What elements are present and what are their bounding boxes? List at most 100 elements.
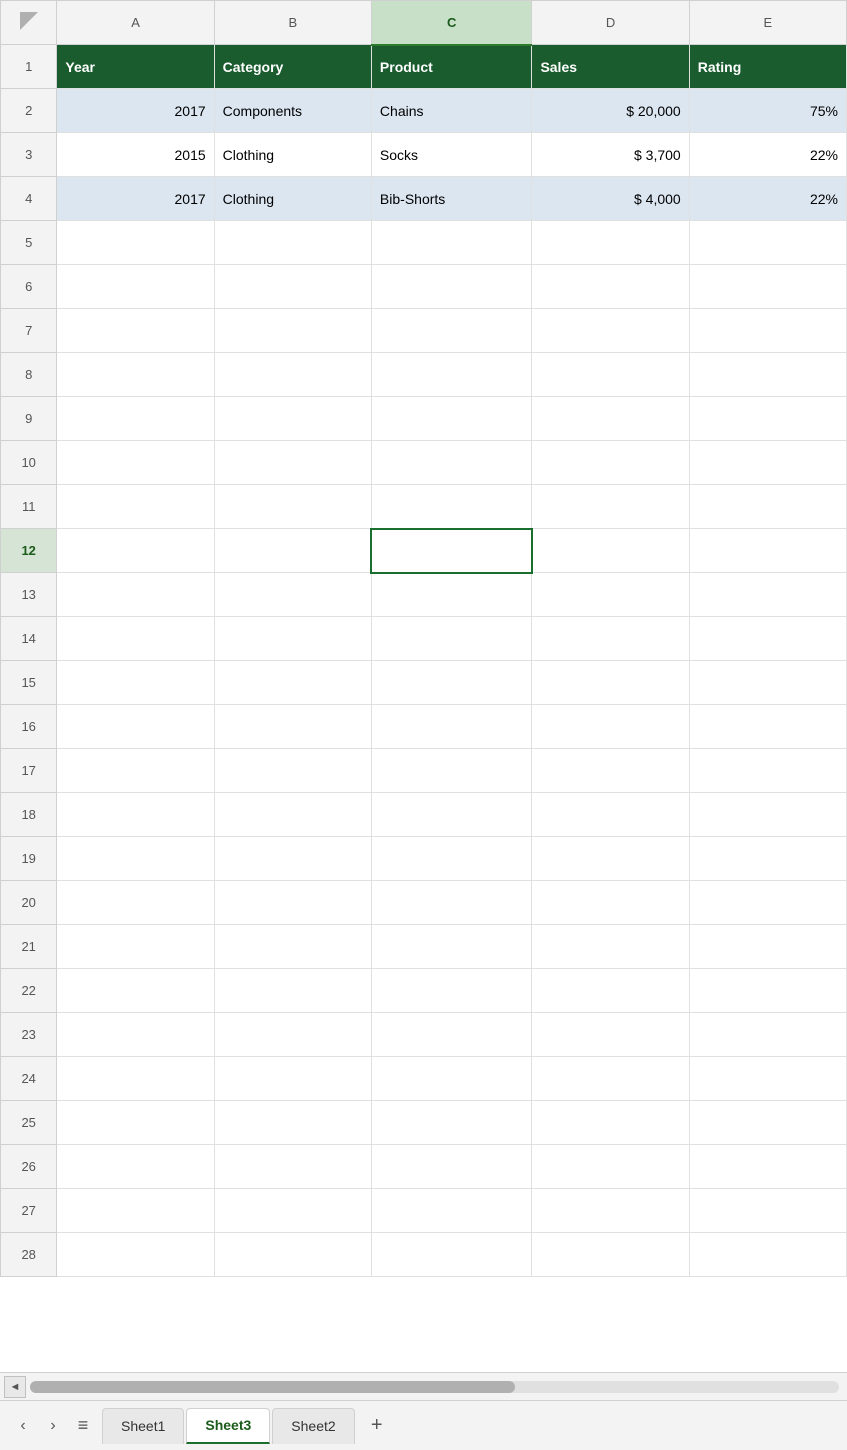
cell-d11[interactable] [532, 485, 689, 529]
cell-b2[interactable]: Components [214, 89, 371, 133]
row-number-11: 11 [1, 485, 57, 529]
cell-e2[interactable]: 75% [689, 89, 846, 133]
table-row: 5 [1, 221, 847, 265]
row-number-12: 12 [1, 529, 57, 573]
cell-a7[interactable] [57, 309, 214, 353]
col-header-a[interactable]: A [57, 1, 214, 45]
table-row: 8 [1, 353, 847, 397]
row-number-18: 18 [1, 793, 57, 837]
cell-b9[interactable] [214, 397, 371, 441]
cell-d9[interactable] [532, 397, 689, 441]
cell-e11[interactable] [689, 485, 846, 529]
cell-b7[interactable] [214, 309, 371, 353]
cell-c1[interactable]: Product [371, 45, 532, 89]
table-row: 21 [1, 925, 847, 969]
cell-c12[interactable] [371, 529, 532, 573]
col-header-c[interactable]: C [371, 1, 532, 45]
scroll-track[interactable] [30, 1381, 839, 1393]
cell-a9[interactable] [57, 397, 214, 441]
cell-b6[interactable] [214, 265, 371, 309]
table-row: 2 2017 Components Chains $ 20,000 75% [1, 89, 847, 133]
cell-d4[interactable]: $ 4,000 [532, 177, 689, 221]
row-number-14: 14 [1, 617, 57, 661]
cell-d6[interactable] [532, 265, 689, 309]
table-row: 11 [1, 485, 847, 529]
cell-d12[interactable] [532, 529, 689, 573]
cell-a11[interactable] [57, 485, 214, 529]
cell-a5[interactable] [57, 221, 214, 265]
cell-d8[interactable] [532, 353, 689, 397]
cell-e6[interactable] [689, 265, 846, 309]
cell-b11[interactable] [214, 485, 371, 529]
cell-c4[interactable]: Bib-Shorts [371, 177, 532, 221]
row-number-3: 3 [1, 133, 57, 177]
cell-d2[interactable]: $ 20,000 [532, 89, 689, 133]
cell-c8[interactable] [371, 353, 532, 397]
cell-a4[interactable]: 2017 [57, 177, 214, 221]
cell-c6[interactable] [371, 265, 532, 309]
cell-d3[interactable]: $ 3,700 [532, 133, 689, 177]
cell-a10[interactable] [57, 441, 214, 485]
cell-e1[interactable]: Rating [689, 45, 846, 89]
cell-e12[interactable] [689, 529, 846, 573]
row-number-2: 2 [1, 89, 57, 133]
cell-a1[interactable]: Year [57, 45, 214, 89]
corner-cell [1, 1, 57, 45]
cell-e10[interactable] [689, 441, 846, 485]
add-sheet-button[interactable]: + [361, 1410, 393, 1442]
table-row: 12 [1, 529, 847, 573]
cell-e3[interactable]: 22% [689, 133, 846, 177]
row-number-16: 16 [1, 705, 57, 749]
cell-b10[interactable] [214, 441, 371, 485]
table-row: 15 [1, 661, 847, 705]
cell-b4[interactable]: Clothing [214, 177, 371, 221]
tab-sheet2[interactable]: Sheet2 [272, 1408, 354, 1444]
scroll-left-button[interactable]: ◄ [4, 1376, 26, 1398]
cell-e9[interactable] [689, 397, 846, 441]
sheet-tabs-bar: ‹ › ≡ Sheet1 Sheet3 Sheet2 + [0, 1400, 847, 1450]
cell-a6[interactable] [57, 265, 214, 309]
cell-c2[interactable]: Chains [371, 89, 532, 133]
cell-c3[interactable]: Socks [371, 133, 532, 177]
cell-a3[interactable]: 2015 [57, 133, 214, 177]
tab-sheet3-label: Sheet3 [205, 1417, 251, 1433]
cell-e4[interactable]: 22% [689, 177, 846, 221]
table-row: 22 [1, 969, 847, 1013]
tab-nav-prev[interactable]: ‹ [8, 1411, 38, 1441]
tab-sheet1[interactable]: Sheet1 [102, 1408, 184, 1444]
cell-b5[interactable] [214, 221, 371, 265]
tab-menu-button[interactable]: ≡ [68, 1411, 98, 1441]
cell-d5[interactable] [532, 221, 689, 265]
tab-nav-next[interactable]: › [38, 1411, 68, 1441]
cell-e5[interactable] [689, 221, 846, 265]
tab-sheet3[interactable]: Sheet3 [186, 1408, 270, 1444]
cell-e7[interactable] [689, 309, 846, 353]
cell-b3[interactable]: Clothing [214, 133, 371, 177]
table-row: 7 [1, 309, 847, 353]
cell-d10[interactable] [532, 441, 689, 485]
row-number-9: 9 [1, 397, 57, 441]
cell-c11[interactable] [371, 485, 532, 529]
col-header-e[interactable]: E [689, 1, 846, 45]
cell-d1[interactable]: Sales [532, 45, 689, 89]
tab-sheet1-label: Sheet1 [121, 1418, 165, 1434]
scroll-thumb[interactable] [30, 1381, 515, 1393]
table-row: 27 [1, 1189, 847, 1233]
cell-c10[interactable] [371, 441, 532, 485]
cell-b12[interactable] [214, 529, 371, 573]
cell-c5[interactable] [371, 221, 532, 265]
table-row: 25 [1, 1101, 847, 1145]
cell-e8[interactable] [689, 353, 846, 397]
cell-b8[interactable] [214, 353, 371, 397]
cell-a8[interactable] [57, 353, 214, 397]
cell-c7[interactable] [371, 309, 532, 353]
table-row: 24 [1, 1057, 847, 1101]
col-header-d[interactable]: D [532, 1, 689, 45]
cell-c9[interactable] [371, 397, 532, 441]
col-header-b[interactable]: B [214, 1, 371, 45]
cell-d7[interactable] [532, 309, 689, 353]
row-number-25: 25 [1, 1101, 57, 1145]
cell-a12[interactable] [57, 529, 214, 573]
cell-b1[interactable]: Category [214, 45, 371, 89]
cell-a2[interactable]: 2017 [57, 89, 214, 133]
